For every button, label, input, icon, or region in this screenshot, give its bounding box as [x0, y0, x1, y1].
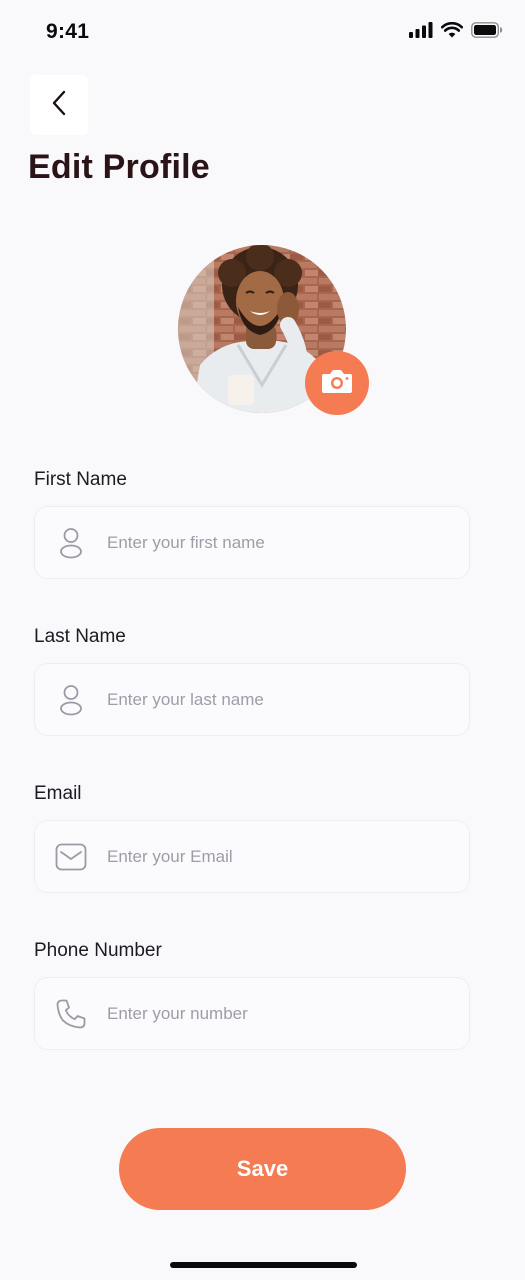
- camera-icon: [320, 367, 354, 400]
- wifi-icon: [441, 22, 463, 38]
- user-icon: [35, 684, 107, 716]
- first-name-input[interactable]: [107, 507, 469, 578]
- edit-profile-screen: 9:41 Edit Profile First Name Enter your …: [0, 0, 525, 1280]
- chevron-left-icon: [51, 90, 67, 121]
- first-name-label: First Name: [34, 469, 127, 490]
- cellular-signal-icon: [409, 22, 433, 38]
- email-field[interactable]: [34, 820, 470, 893]
- last-name-input[interactable]: [107, 664, 469, 735]
- email-label: Email: [34, 783, 82, 804]
- phone-number-label: Phone Number: [34, 940, 162, 961]
- last-name-field[interactable]: [34, 663, 470, 736]
- change-photo-button[interactable]: [305, 351, 369, 415]
- back-button[interactable]: [30, 75, 88, 135]
- home-indicator: [170, 1262, 357, 1268]
- phone-icon: [35, 998, 107, 1030]
- last-name-label: Last Name: [34, 626, 126, 647]
- page-title: Edit Profile: [28, 148, 210, 186]
- avatar-section: [178, 245, 370, 415]
- status-time: 9:41: [46, 20, 90, 43]
- phone-number-field[interactable]: [34, 977, 470, 1050]
- status-bar: 9:41: [0, 0, 525, 64]
- status-icons: [409, 22, 503, 38]
- first-name-field[interactable]: [34, 506, 470, 579]
- save-button[interactable]: Save: [119, 1128, 406, 1210]
- email-input[interactable]: [107, 821, 469, 892]
- battery-icon: [471, 22, 503, 38]
- phone-number-input[interactable]: [107, 978, 469, 1049]
- mail-icon: [35, 843, 107, 871]
- user-icon: [35, 527, 107, 559]
